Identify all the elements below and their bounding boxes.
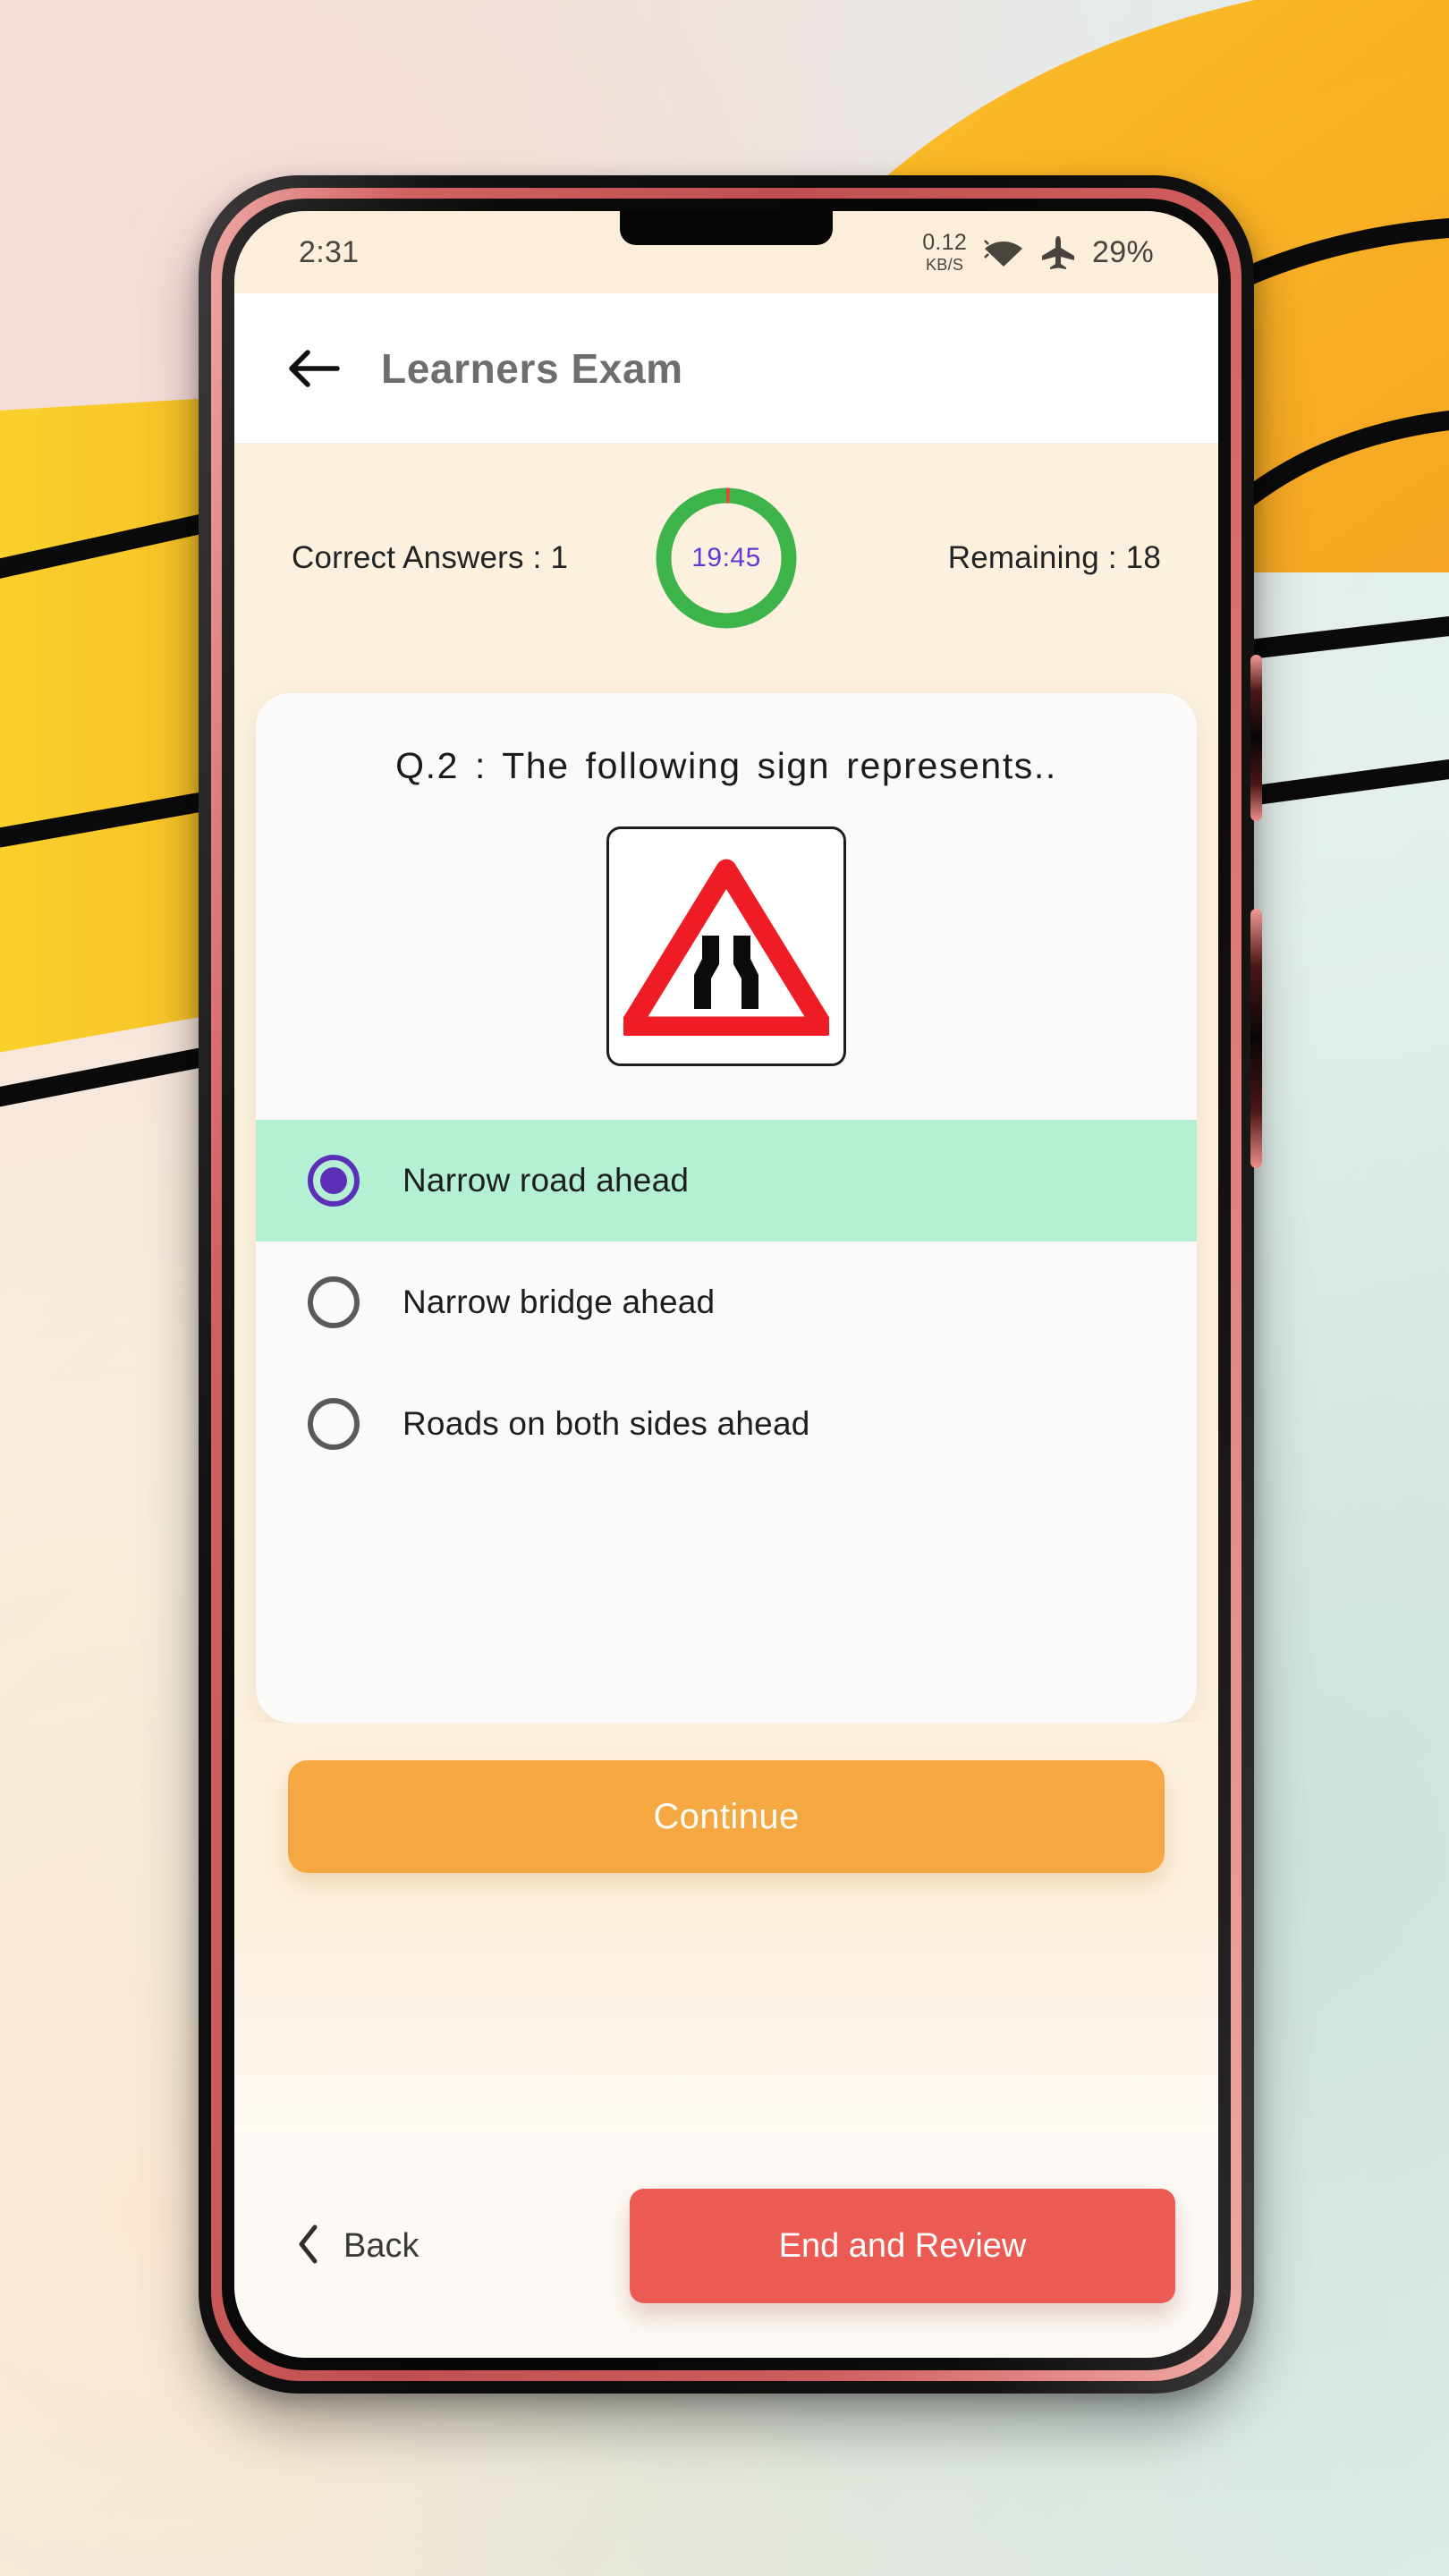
- chevron-left-icon: [297, 2224, 320, 2268]
- timer-value: 19:45: [691, 542, 761, 572]
- continue-button[interactable]: Continue: [288, 1760, 1165, 1873]
- question-text: Q.2 : The following sign represents..: [395, 745, 1057, 786]
- bottom-navigation-bar: Back End and Review: [234, 2134, 1218, 2358]
- back-arrow-icon[interactable]: [286, 341, 342, 396]
- exam-stats-bar: Correct Answers : 1 19:45 Remaining : 18: [234, 444, 1218, 672]
- end-and-review-button[interactable]: End and Review: [630, 2189, 1175, 2303]
- radio-dot: [320, 1167, 347, 1194]
- phone-device: 2:31 0.12 KB/S 29% Learners Exam Correct…: [199, 175, 1262, 2394]
- network-speed-value: 0.12: [922, 230, 968, 255]
- battery-percentage: 29%: [1092, 234, 1154, 269]
- answer-option-0[interactable]: Narrow road ahead: [256, 1120, 1197, 1241]
- radio-button-icon[interactable]: [308, 1398, 360, 1450]
- network-speed-indicator: 0.12 KB/S: [922, 230, 968, 274]
- answer-option-label: Narrow road ahead: [402, 1162, 690, 1199]
- radio-button-selected-icon[interactable]: [308, 1155, 360, 1207]
- narrow-road-ahead-sign: [606, 826, 846, 1066]
- wifi-icon: [983, 236, 1024, 268]
- bottom-spacer: [234, 1911, 1218, 2134]
- page-title: Learners Exam: [381, 344, 683, 392]
- airplane-mode-icon: [1040, 234, 1076, 270]
- answer-option-1[interactable]: Narrow bridge ahead: [256, 1241, 1197, 1363]
- answer-option-label: Roads on both sides ahead: [402, 1405, 810, 1442]
- answer-options-list: Narrow road ahead Narrow bridge ahead Ro…: [256, 1120, 1197, 1485]
- back-button-label: Back: [343, 2226, 419, 2265]
- back-button[interactable]: Back: [297, 2224, 419, 2268]
- status-bar-clock: 2:31: [299, 234, 360, 269]
- phone-screen: 2:31 0.12 KB/S 29% Learners Exam Correct…: [234, 211, 1218, 2358]
- radio-button-icon[interactable]: [308, 1276, 360, 1328]
- network-speed-unit: KB/S: [926, 256, 964, 274]
- correct-answers-label: Correct Answers : 1: [292, 539, 569, 575]
- question-card: Q.2 : The following sign represents.. Na…: [256, 693, 1197, 1723]
- question-image-area: [256, 787, 1197, 1120]
- app-bar: Learners Exam: [234, 293, 1218, 444]
- question-card-area: Q.2 : The following sign represents.. Na…: [234, 672, 1218, 1723]
- answer-option-label: Narrow bridge ahead: [402, 1284, 716, 1320]
- answer-option-2[interactable]: Roads on both sides ahead: [256, 1363, 1197, 1485]
- power-button[interactable]: [1250, 655, 1262, 821]
- exam-timer: 19:45: [649, 481, 803, 635]
- continue-button-area: Continue: [234, 1723, 1218, 1911]
- phone-notch: [620, 211, 833, 245]
- volume-button[interactable]: [1250, 909, 1262, 1168]
- remaining-questions-label: Remaining : 18: [947, 539, 1161, 575]
